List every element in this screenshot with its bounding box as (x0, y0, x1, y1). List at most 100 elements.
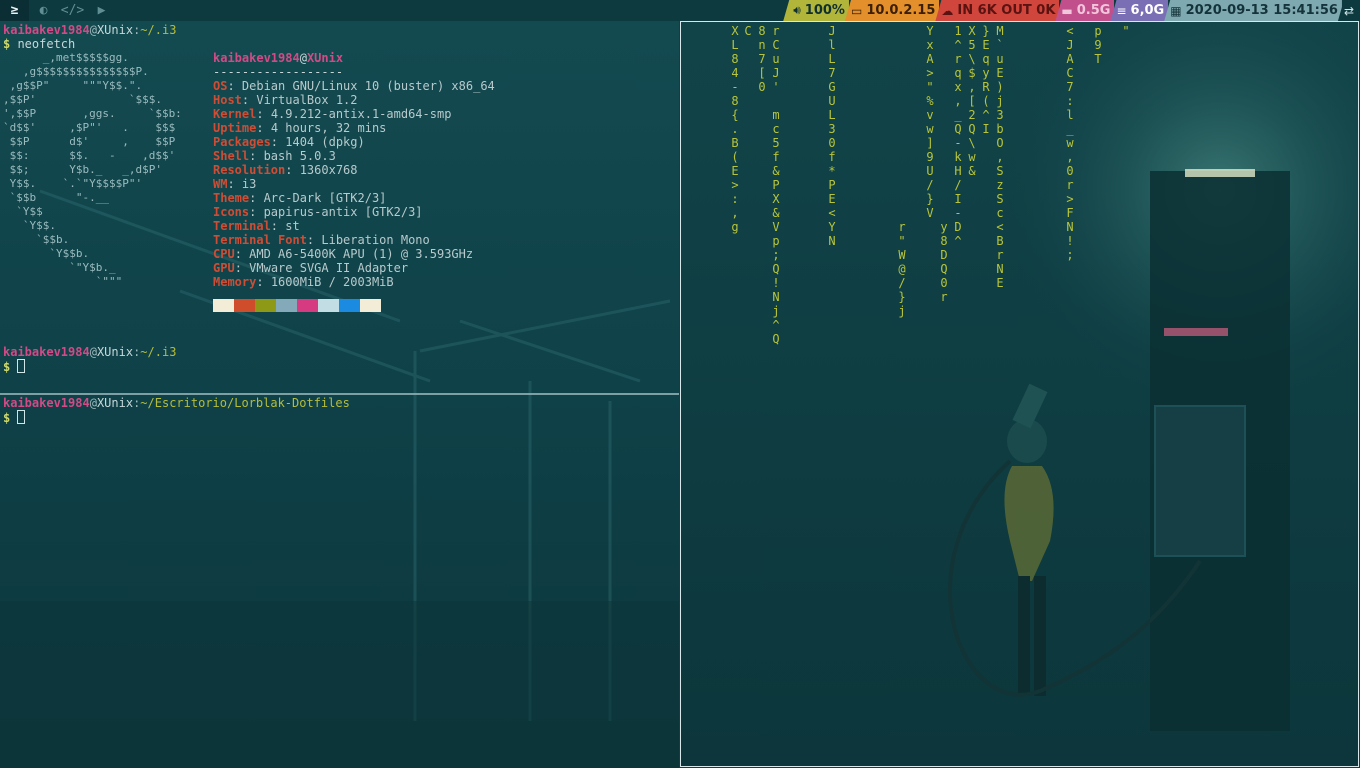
compass-icon: ◐ (39, 3, 48, 18)
network-value: IN 6K OUT 0K (957, 3, 1056, 18)
info-row: Uptime: 4 hours, 32 mins (213, 121, 387, 135)
palette-swatch (360, 299, 381, 312)
workspace-terminal[interactable]: ≥ (0, 0, 29, 21)
info-row: Icons: papirus-antix [GTK2/3] (213, 205, 423, 219)
disk-block[interactable]: ≡ 6,0G (1110, 0, 1169, 21)
workspace-media[interactable]: ▶ (87, 0, 116, 21)
ip-block[interactable]: ▭ 10.0.2.15 (844, 0, 940, 21)
ascii-logo-line: `$$b. (3, 233, 70, 246)
ascii-logo-line: `"Y$b._ (3, 261, 116, 274)
workspace-list: ≥ ◐ </> ▶ (0, 0, 116, 21)
prompt-user: kaibakev1984 (3, 396, 90, 410)
palette-swatch (234, 299, 255, 312)
code-icon: </> (60, 3, 85, 18)
info-key: Kernel (213, 107, 257, 121)
info-row: WM: i3 (213, 177, 257, 191)
ascii-logo-line: ,g$$$$$$$$$$$$$$$P. (3, 65, 149, 78)
prompt-user: kaibakev1984 (3, 23, 90, 37)
info-key: GPU (213, 261, 235, 275)
prompt-host: XUnix (96, 396, 134, 410)
info-key: OS (213, 79, 228, 93)
palette-swatch (255, 299, 276, 312)
prompt-line: kaibakev1984@XUnix:~/Escritorio/Lorblak-… (3, 396, 350, 410)
ascii-logo-line: $$; Y$b._ _,d$P' (3, 163, 162, 176)
play-icon: ▶ (97, 3, 106, 18)
volume-block[interactable]: 🔊︎ 100% (783, 0, 849, 21)
ascii-logo-line: ,$$P' `$$$. (3, 93, 162, 106)
rain-column: y 8 D Q 0 r (940, 220, 948, 304)
info-key: Terminal Font (213, 233, 307, 247)
input-line[interactable]: $ (3, 410, 26, 425)
ascii-logo-line: `d$$' ,$P"' . $$$ (3, 121, 176, 134)
terminal-pane-right[interactable]: X L 8 4 - 8 { . B ( E > : , g C 8 n 7 [ 0 r… (680, 21, 1359, 767)
info-key: Theme (213, 191, 250, 205)
info-value: bash 5.0.3 (263, 149, 336, 163)
rain-column: 8 n 7 [ 0 (758, 24, 766, 94)
info-key: Terminal (213, 219, 271, 233)
terminal-pane-top-left[interactable]: kaibakev1984@XUnix:~/.i3 $ neofetch _,me… (0, 21, 679, 393)
memory-block[interactable]: ▬ 0.5G (1055, 0, 1115, 21)
prompt-path: ~/.i3 (140, 23, 177, 37)
prompt-line: kaibakev1984@XUnix:~/.i3 (3, 23, 177, 37)
workspace-browser[interactable]: ◐ (29, 0, 58, 21)
info-value: st (285, 219, 300, 233)
ascii-logo-line: `$$b "-.__ (3, 191, 109, 204)
palette-swatch (318, 299, 339, 312)
ascii-logo-line: $$P d$' , $$P (3, 135, 176, 148)
input-line[interactable]: $ (3, 359, 26, 374)
network-block[interactable]: ☁ IN 6K OUT 0K (935, 0, 1060, 21)
info-value: VirtualBox 1.2 (256, 93, 358, 107)
calendar-icon: ▦ (1170, 3, 1182, 18)
info-row: GPU: VMware SVGA II Adapter (213, 261, 409, 275)
swap-arrows-icon: ⇄ (1343, 3, 1354, 18)
color-palette (213, 299, 495, 312)
datetime-value: 2020-09-13 15:41:56 (1185, 3, 1338, 18)
status-blocks: 🔊︎ 100% ▭ 10.0.2.15 ☁ IN 6K OUT 0K ▬ 0.5… (783, 0, 1360, 21)
info-value: papirus-antix [GTK2/3] (263, 205, 423, 219)
prompt-path: ~/.i3 (140, 345, 177, 359)
palette-swatch (213, 299, 234, 312)
ascii-logo-line: `Y$$. (3, 219, 56, 232)
rain-column: X 5 \ $ , [ 2 Q \ w & (968, 24, 976, 178)
info-value: 1404 (dpkg) (285, 135, 365, 149)
rain-column: M ` u E ) j 3 b O , S z S c < B r N E (996, 24, 1004, 290)
rain-column: X L 8 4 - 8 { . B ( E > : , g (731, 24, 739, 234)
rain-column: r C u J ' m c 5 f & P X & V p ; Q ! N j … (772, 24, 780, 346)
terminal-cursor (17, 359, 26, 373)
info-row: Theme: Arc-Dark [GTK2/3] (213, 191, 387, 205)
rain-column: " (1122, 24, 1130, 38)
rain-column: J l L 7 G U L 3 0 f * P E < Y N (828, 24, 836, 248)
info-key: CPU (213, 247, 235, 261)
neofetch-info: kaibakev1984@XUnix ------------------ OS… (213, 51, 495, 312)
info-separator: ------------------ (213, 65, 344, 79)
status-bar: ≥ ◐ </> ▶ 🔊︎ 100% ▭ 10.0.2.15 ☁ IN 6K OU… (0, 0, 1360, 21)
info-value: 1600MiB / 2003MiB (270, 275, 394, 289)
prompt-host: XUnix (96, 23, 134, 37)
rain-column: r " W @ / } j (898, 220, 906, 318)
info-key: Uptime (213, 121, 257, 135)
info-row: Host: VirtualBox 1.2 (213, 93, 358, 107)
info-key: Packages (213, 135, 271, 149)
ascii-logo-line: `Y$$b. (3, 247, 90, 260)
info-key: Icons (213, 205, 250, 219)
ascii-logo-line: ',$$P ,ggs. `$$b: (3, 107, 182, 120)
rain-column: p 9 T (1094, 24, 1102, 66)
info-row: Terminal: st (213, 219, 300, 233)
info-row: Memory: 1600MiB / 2003MiB (213, 275, 394, 289)
memory-chip-icon: ▬ (1061, 3, 1073, 18)
disk-value: 6,0G (1130, 3, 1165, 18)
info-value: Arc-Dark [GTK2/3] (263, 191, 387, 205)
clock-block[interactable]: ▦ 2020-09-13 15:41:56 (1164, 0, 1342, 21)
info-key: Memory (213, 275, 257, 289)
palette-swatch (276, 299, 297, 312)
terminal-pane-bottom-left[interactable]: kaibakev1984@XUnix:~/Escritorio/Lorblak-… (0, 395, 679, 768)
terminal-cursor (17, 410, 26, 424)
info-value: VMware SVGA II Adapter (249, 261, 409, 275)
palette-swatch (297, 299, 318, 312)
ascii-logo-line: $$: $$. - ,d$$' (3, 149, 176, 162)
cloud-icon: ☁ (941, 3, 954, 18)
workspace-code[interactable]: </> (58, 0, 87, 21)
ip-value: 10.0.2.15 (866, 3, 936, 18)
info-row: Shell: bash 5.0.3 (213, 149, 336, 163)
title-user: kaibakev1984 (213, 51, 300, 65)
